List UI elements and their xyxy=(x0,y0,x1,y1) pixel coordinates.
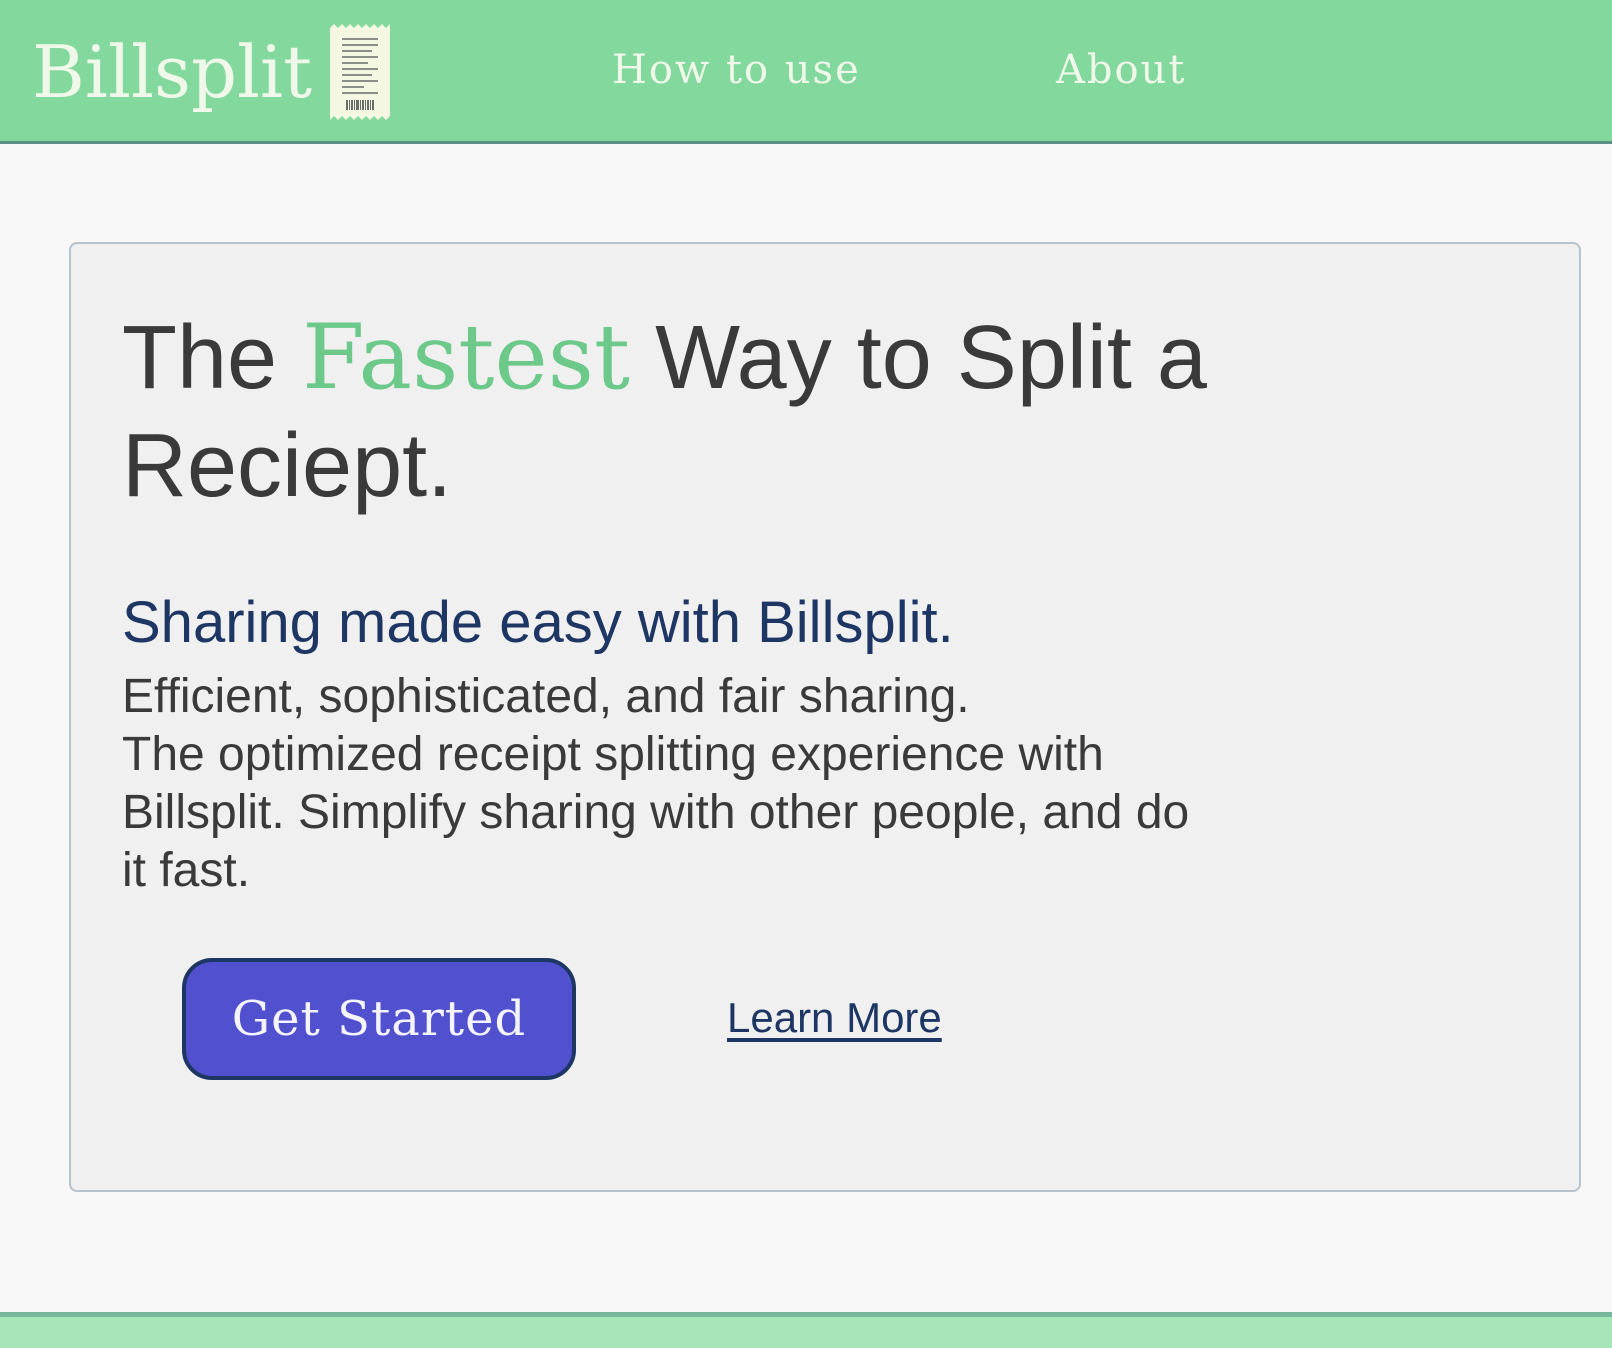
site-footer xyxy=(0,1312,1612,1348)
description-line-2: The optimized receipt splitting experien… xyxy=(122,728,1190,897)
nav-about[interactable]: About xyxy=(1056,40,1186,100)
headline-accent: Fastest xyxy=(302,305,631,410)
description-line-1: Efficient, sophisticated, and fair shari… xyxy=(122,670,970,723)
brand-logo-link[interactable]: Billsplit xyxy=(32,22,392,122)
hero-card: The Fastest Way to Split a Reciept. Shar… xyxy=(69,242,1581,1192)
get-started-button[interactable]: Get Started xyxy=(182,958,576,1080)
hero-headline: The Fastest Way to Split a Reciept. xyxy=(122,304,1302,520)
brand-name: Billsplit xyxy=(32,30,313,114)
nav-how-to-use[interactable]: How to use xyxy=(612,40,861,100)
headline-text-start: The xyxy=(122,308,303,408)
receipt-icon xyxy=(330,24,391,120)
site-header: Billsplit How to use About xyxy=(0,0,1612,144)
learn-more-link[interactable]: Learn More xyxy=(727,992,942,1044)
hero-description: Efficient, sophisticated, and fair shari… xyxy=(122,668,1222,900)
hero-subheading: Sharing made easy with Billsplit. xyxy=(122,590,954,655)
